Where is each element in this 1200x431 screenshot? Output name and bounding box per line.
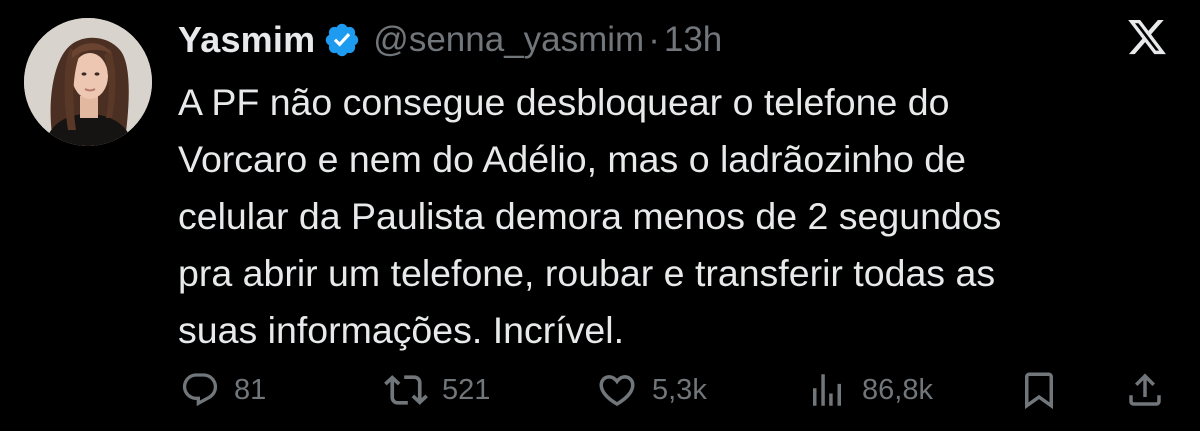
repost-count: 521 [442, 373, 491, 406]
action-bar: 81 521 5,3k 86,8k [0, 362, 1200, 418]
like-icon [596, 369, 638, 411]
avatar-image [24, 18, 152, 146]
tweet-header: Yasmim @senna_yasmim · 13h [178, 12, 722, 68]
x-logo-icon [1126, 16, 1168, 58]
like-button[interactable]: 5,3k [596, 362, 707, 418]
share-icon [1124, 369, 1166, 411]
share-button[interactable] [1124, 362, 1166, 418]
repost-button[interactable]: 521 [384, 362, 490, 418]
repost-icon [384, 368, 428, 412]
user-handle[interactable]: @senna_yasmim [373, 20, 644, 60]
timestamp[interactable]: 13h [664, 20, 722, 60]
verified-badge-icon [323, 21, 361, 59]
bookmark-icon [1018, 369, 1060, 411]
display-name[interactable]: Yasmim [178, 19, 315, 61]
reply-icon [180, 370, 220, 410]
avatar[interactable] [24, 18, 152, 146]
bookmark-button[interactable] [1018, 362, 1060, 418]
separator-dot: · [648, 20, 660, 59]
reply-count: 81 [234, 373, 267, 406]
views-button[interactable]: 86,8k [806, 362, 933, 418]
like-count: 5,3k [652, 373, 707, 406]
views-icon [806, 369, 848, 411]
tweet-text: A PF não consegue desbloquear o telefone… [178, 81, 1002, 351]
reply-button[interactable]: 81 [180, 362, 266, 418]
views-count: 86,8k [862, 373, 933, 406]
tweet-card[interactable]: Yasmim @senna_yasmim · 13h A PF não cons… [0, 0, 1200, 431]
